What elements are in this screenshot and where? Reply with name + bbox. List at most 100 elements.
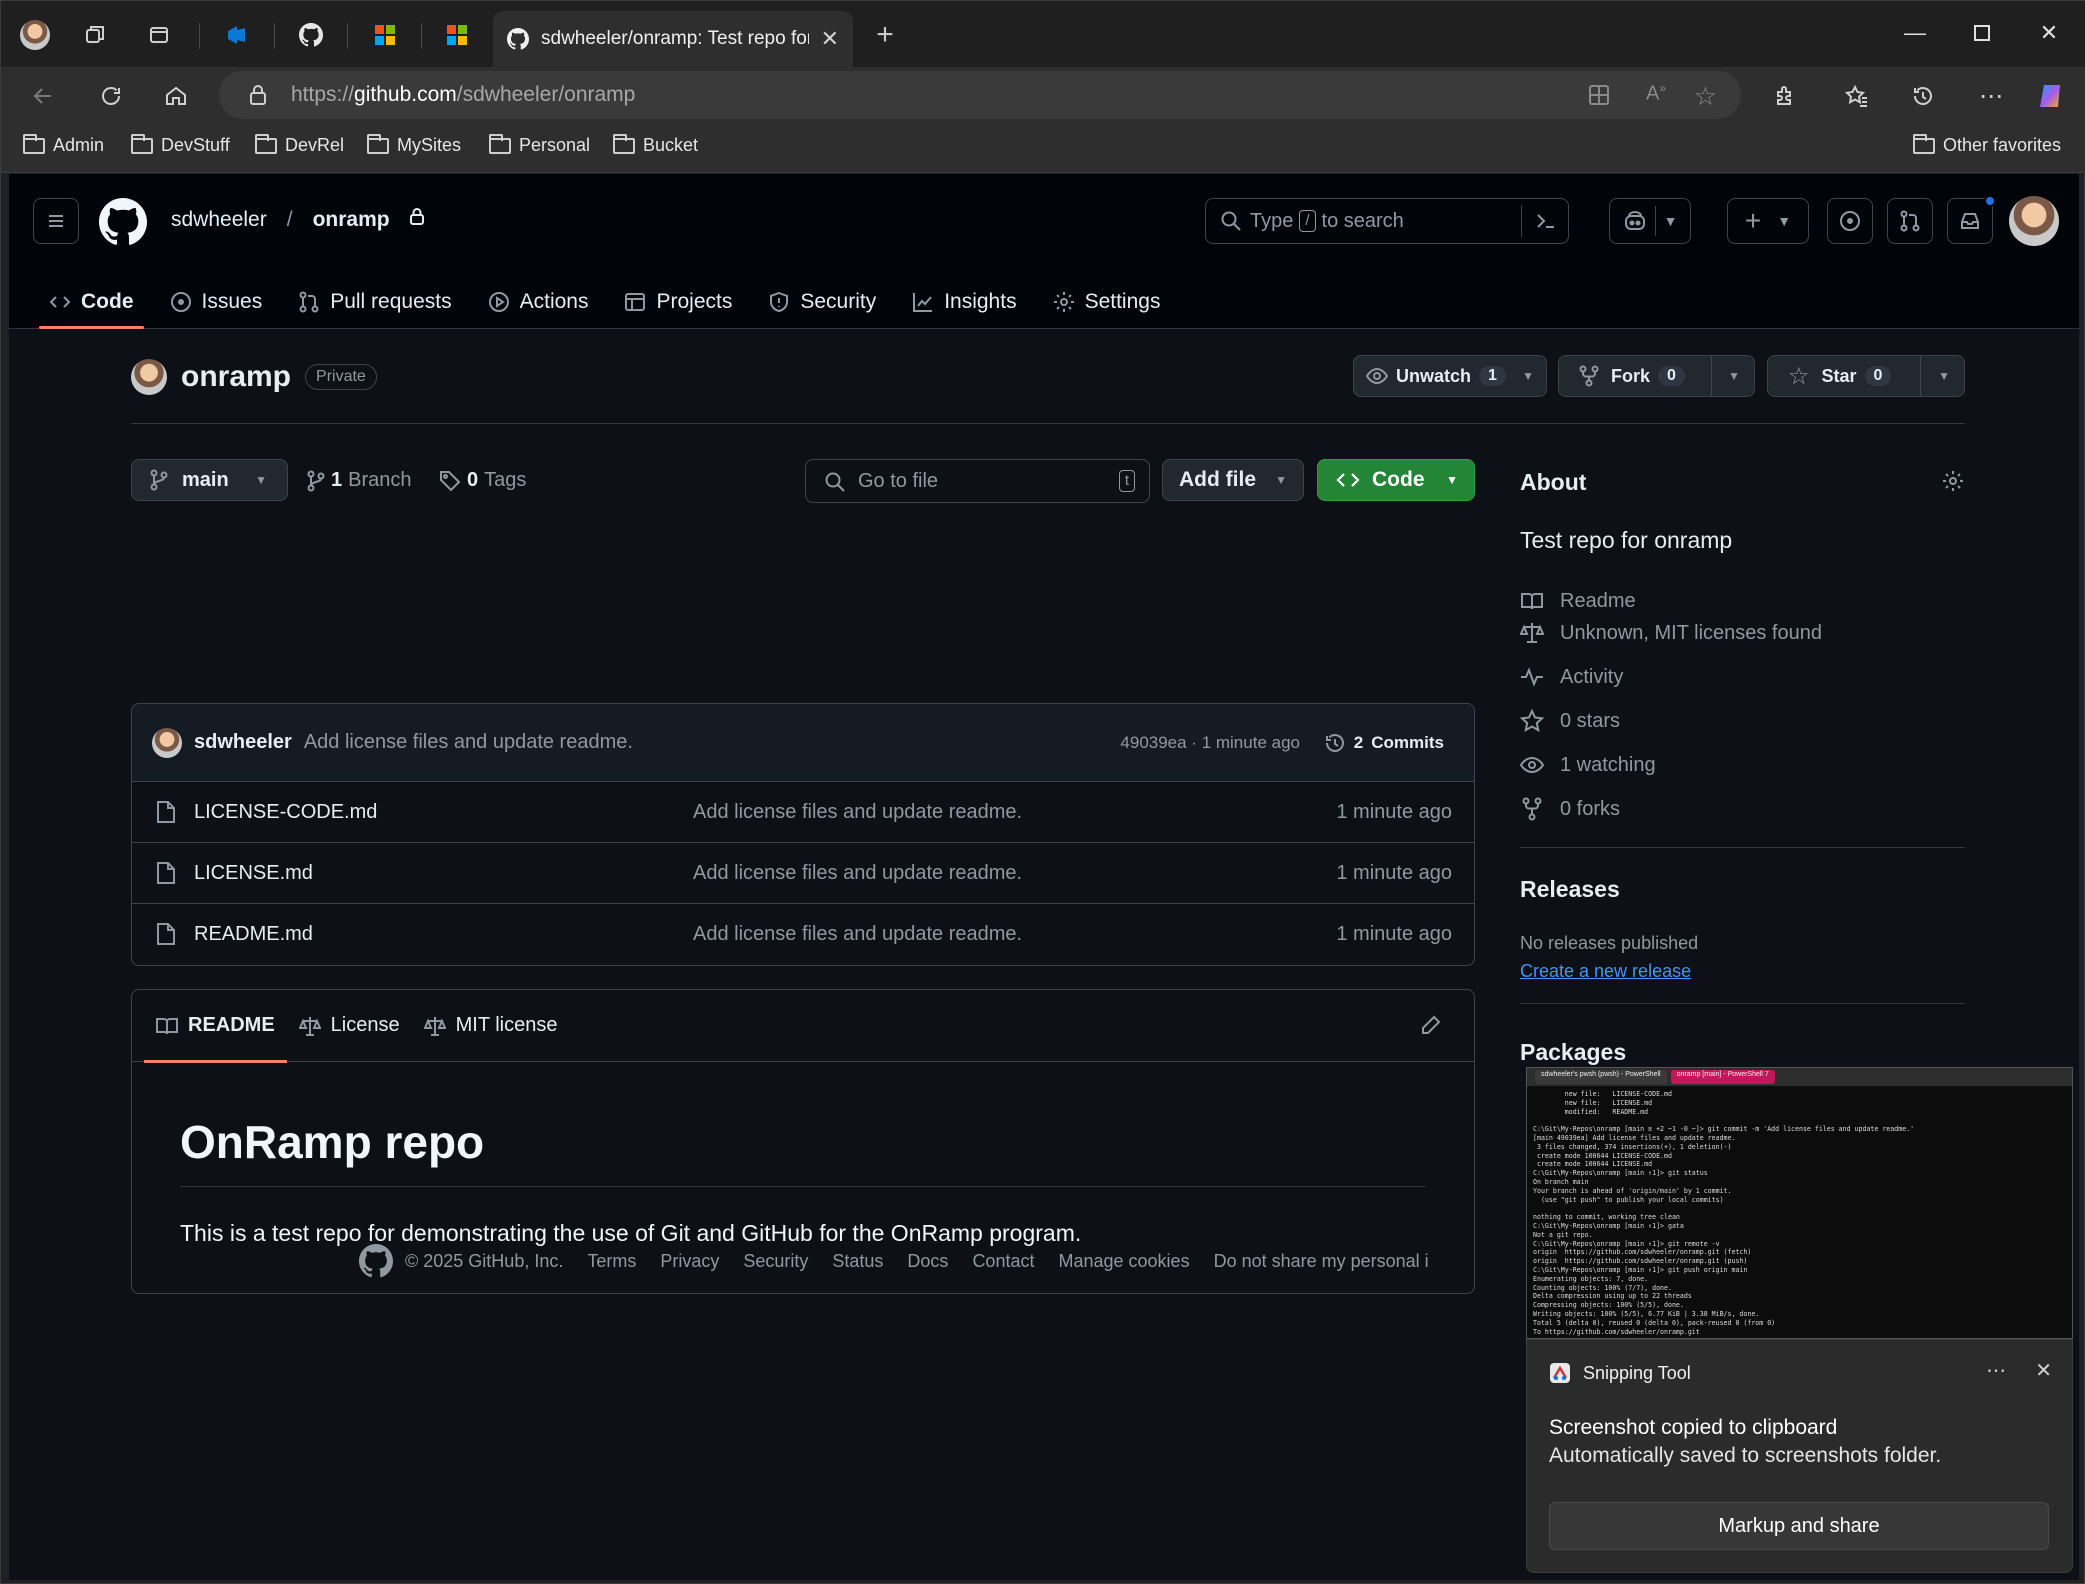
file-row[interactable]: LICENSE-CODE.md Add license files and up… bbox=[132, 782, 1474, 843]
tab-settings[interactable]: Settings bbox=[1035, 274, 1179, 329]
footer-link-terms[interactable]: Terms bbox=[587, 1251, 636, 1272]
favorite-folder[interactable]: Personal bbox=[489, 133, 590, 156]
star-button[interactable]: ☆ Star 0 ▼ bbox=[1767, 355, 1965, 397]
pull-requests-icon[interactable] bbox=[1887, 198, 1933, 244]
url-field[interactable]: https://github.com/sdwheeler/onramp A» ☆ bbox=[219, 71, 1741, 119]
read-aloud-icon[interactable]: A» bbox=[1646, 81, 1666, 106]
back-arrow-icon[interactable] bbox=[23, 76, 63, 116]
inbox-icon[interactable] bbox=[1947, 195, 1996, 244]
other-favorites[interactable]: Other favorites bbox=[1913, 133, 2061, 156]
file-commit-message[interactable]: Add license files and update readme. bbox=[693, 923, 1022, 946]
file-name[interactable]: LICENSE.md bbox=[194, 862, 313, 885]
workspaces-icon[interactable] bbox=[77, 17, 113, 53]
footer-link-security[interactable]: Security bbox=[743, 1251, 808, 1272]
footer-link-privacy[interactable]: Privacy bbox=[660, 1251, 719, 1272]
commit-sha-time[interactable]: 49039ea · 1 minute ago bbox=[1120, 733, 1300, 753]
close-window-icon[interactable]: ✕ bbox=[2023, 13, 2075, 53]
close-tab-icon[interactable]: ✕ bbox=[821, 26, 839, 52]
favorite-folder[interactable]: Admin bbox=[23, 133, 104, 156]
profile-avatar[interactable] bbox=[17, 17, 53, 53]
markup-and-share-button[interactable]: Markup and share bbox=[1549, 1502, 2049, 1550]
branches-link[interactable]: 1 Branch bbox=[307, 469, 412, 492]
tab-code[interactable]: Code bbox=[31, 274, 152, 329]
activity-link[interactable]: Activity bbox=[1520, 665, 1623, 689]
gear-icon[interactable] bbox=[1941, 469, 1965, 498]
favorite-folder[interactable]: Bucket bbox=[613, 133, 698, 156]
license-link[interactable]: Unknown, MIT licenses found bbox=[1520, 621, 1822, 645]
copilot-button[interactable]: ▼ bbox=[1609, 198, 1691, 244]
repo-link[interactable]: onramp bbox=[313, 208, 390, 232]
minimize-icon[interactable]: — bbox=[1889, 13, 1941, 53]
hamburger-menu-icon[interactable] bbox=[33, 198, 79, 244]
footer-link-do-not-share[interactable]: Do not share my personal i bbox=[1214, 1251, 1429, 1272]
create-new-button[interactable]: + ▼ bbox=[1727, 198, 1809, 244]
more-menu-icon[interactable]: ⋯ bbox=[1971, 76, 2011, 116]
commit-author-avatar[interactable] bbox=[152, 727, 182, 758]
go-to-file-input[interactable]: Go to file t bbox=[805, 459, 1150, 503]
search-input[interactable]: Type / to search bbox=[1205, 198, 1569, 244]
commit-author[interactable]: sdwheeler bbox=[194, 731, 292, 754]
releases-heading[interactable]: Releases bbox=[1520, 876, 1620, 903]
favorite-star-icon[interactable]: ☆ bbox=[1694, 81, 1717, 112]
favorites-icon[interactable] bbox=[1837, 76, 1877, 116]
favorite-folder[interactable]: MySites bbox=[367, 133, 461, 156]
owner-avatar[interactable] bbox=[131, 359, 167, 395]
history-icon[interactable] bbox=[1903, 76, 1943, 116]
footer-link-docs[interactable]: Docs bbox=[907, 1251, 948, 1272]
active-tab[interactable]: sdwheeler/onramp: Test repo for onramp ✕ bbox=[493, 11, 853, 67]
toast-close-icon[interactable]: ✕ bbox=[2035, 1358, 2052, 1383]
user-avatar[interactable] bbox=[2009, 196, 2059, 246]
maximize-icon[interactable] bbox=[1956, 13, 2008, 53]
github-tab-icon[interactable] bbox=[293, 17, 329, 53]
microsoft-tab-icon-2[interactable] bbox=[439, 17, 475, 53]
tags-link[interactable]: 0 Tags bbox=[439, 469, 526, 492]
app-available-icon[interactable] bbox=[1587, 83, 1611, 113]
unwatch-button[interactable]: Unwatch 1 ▼ bbox=[1353, 355, 1547, 397]
file-commit-message[interactable]: Add license files and update readme. bbox=[693, 862, 1022, 885]
add-file-button[interactable]: Add file ▼ bbox=[1162, 459, 1304, 501]
github-logo-icon[interactable] bbox=[359, 1244, 393, 1278]
file-row[interactable]: README.md Add license files and update r… bbox=[132, 904, 1474, 965]
footer-link-status[interactable]: Status bbox=[832, 1251, 883, 1272]
home-icon[interactable] bbox=[156, 76, 196, 116]
file-commit-message[interactable]: Add license files and update readme. bbox=[693, 801, 1022, 824]
microsoft-tab-icon[interactable] bbox=[367, 17, 403, 53]
packages-heading[interactable]: Packages bbox=[1520, 1039, 1626, 1066]
branch-selector[interactable]: main ▼ bbox=[131, 459, 288, 501]
create-release-link[interactable]: Create a new release bbox=[1520, 961, 1691, 982]
readme-link[interactable]: Readme bbox=[1520, 589, 1636, 613]
extensions-icon[interactable] bbox=[1765, 76, 1805, 116]
commit-message[interactable]: Add license files and update readme. bbox=[304, 731, 633, 754]
forks-link[interactable]: 0 forks bbox=[1520, 797, 1620, 821]
favorite-folder[interactable]: DevRel bbox=[255, 133, 344, 156]
tab-actions[interactable]: Actions bbox=[470, 274, 607, 329]
copilot-icon[interactable] bbox=[2031, 76, 2071, 116]
github-logo-icon[interactable] bbox=[99, 198, 148, 251]
new-tab-icon[interactable]: + bbox=[867, 17, 903, 53]
tab-security[interactable]: Security bbox=[750, 274, 894, 329]
file-name[interactable]: README.md bbox=[194, 923, 313, 946]
file-row[interactable]: LICENSE.md Add license files and update … bbox=[132, 843, 1474, 904]
tab-license[interactable]: License bbox=[287, 990, 412, 1062]
code-button[interactable]: Code ▼ bbox=[1317, 459, 1475, 501]
watchers-link[interactable]: 1 watching bbox=[1520, 753, 1656, 777]
fork-button[interactable]: Fork 0 ▼ bbox=[1558, 355, 1755, 397]
screenshot-preview-terminal[interactable]: sdwheeler's pwsh (pwsh) - PowerShell onr… bbox=[1526, 1067, 2073, 1339]
toast-more-icon[interactable]: ⋯ bbox=[1986, 1358, 2006, 1383]
azure-devops-tab-icon[interactable] bbox=[219, 17, 255, 53]
commits-link[interactable]: 2 Commits bbox=[1324, 732, 1444, 754]
footer-link-contact[interactable]: Contact bbox=[972, 1251, 1034, 1272]
owner-link[interactable]: sdwheeler bbox=[171, 208, 267, 232]
footer-link-manage-cookies[interactable]: Manage cookies bbox=[1058, 1251, 1189, 1272]
tab-readme[interactable]: README bbox=[144, 990, 287, 1063]
command-palette-icon[interactable] bbox=[1534, 209, 1558, 239]
edit-pencil-icon[interactable] bbox=[1420, 1014, 1442, 1041]
vertical-tabs-icon[interactable] bbox=[141, 17, 177, 53]
tab-pull-requests[interactable]: Pull requests bbox=[280, 274, 469, 329]
tab-insights[interactable]: Insights bbox=[894, 274, 1034, 329]
tab-issues[interactable]: Issues bbox=[152, 274, 281, 329]
stars-link[interactable]: 0 stars bbox=[1520, 709, 1620, 733]
file-name[interactable]: LICENSE-CODE.md bbox=[194, 801, 377, 824]
favorite-folder[interactable]: DevStuff bbox=[131, 133, 230, 156]
tab-mit-license[interactable]: MIT license bbox=[412, 990, 570, 1062]
